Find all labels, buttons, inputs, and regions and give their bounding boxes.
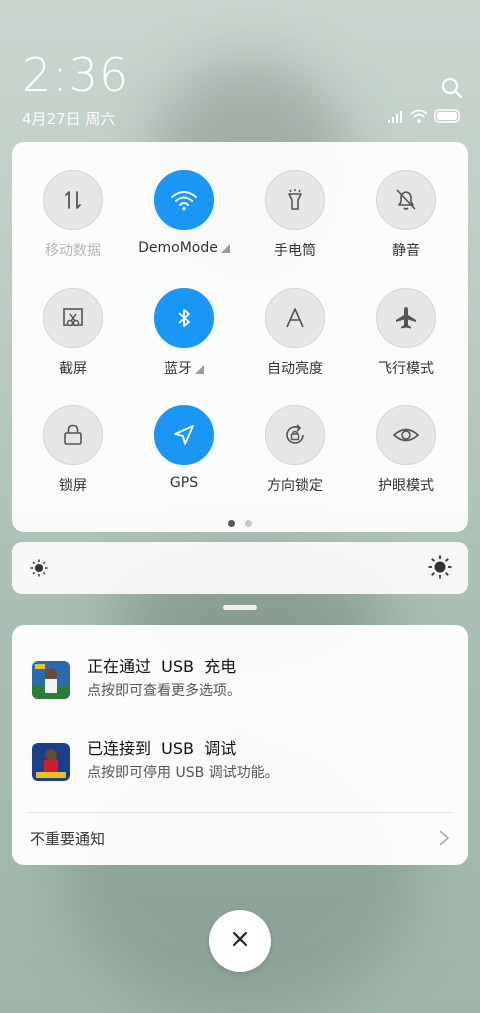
- page-indicator: [12, 520, 468, 527]
- location-icon[interactable]: [154, 405, 214, 465]
- app-icon: [32, 743, 70, 781]
- mobile-data-icon[interactable]: [43, 170, 103, 230]
- notification-title: 已连接到 USB 调试: [87, 739, 237, 758]
- tile-gps[interactable]: GPS: [128, 405, 240, 491]
- date-label: 4月27日 周六: [22, 110, 116, 128]
- tile-label: 飞行模式: [378, 361, 434, 377]
- quick-settings-panel: 移动数据 DemoMode 手电筒 静音 截屏 蓝牙 自动亮度 飞行模式 锁屏 …: [12, 142, 468, 532]
- app-icon: [32, 661, 70, 699]
- lock-icon[interactable]: [43, 405, 103, 465]
- brightness-slider[interactable]: [12, 542, 468, 594]
- tile-auto-brightness[interactable]: 自动亮度: [239, 288, 351, 378]
- notification-card: 正在通过 USB 充电 点按即可查看更多选项。 已连接到 USB 调试 点按即可…: [12, 625, 468, 865]
- more-triangle-icon[interactable]: [195, 365, 204, 374]
- rotation-lock-icon[interactable]: [265, 405, 325, 465]
- page-dot-active[interactable]: [228, 520, 235, 527]
- page-dot[interactable]: [245, 520, 252, 527]
- notification-title: 正在通过 USB 充电: [87, 657, 237, 676]
- tile-label: 静音: [392, 243, 420, 259]
- tile-mobile-data[interactable]: 移动数据: [17, 170, 129, 260]
- chevron-right-icon[interactable]: [438, 829, 450, 851]
- tile-label: 护眼模式: [378, 478, 434, 494]
- search-icon[interactable]: [440, 76, 464, 100]
- notification-body: 点按即可停用 USB 调试功能。: [87, 765, 279, 781]
- tile-label: 手电筒: [274, 243, 316, 259]
- tile-label: DemoMode: [128, 240, 240, 256]
- clear-all-button[interactable]: [209, 910, 271, 972]
- tile-mute[interactable]: 静音: [350, 170, 462, 260]
- notification-body: 点按即可查看更多选项。: [87, 683, 241, 699]
- tile-label: 蓝牙: [128, 358, 240, 378]
- tile-bluetooth[interactable]: 蓝牙: [128, 288, 240, 378]
- brightness-low-icon: [30, 559, 48, 581]
- tile-rotation-lock[interactable]: 方向锁定: [239, 405, 351, 495]
- eye-icon[interactable]: [376, 405, 436, 465]
- tile-label: 截屏: [59, 361, 87, 377]
- brightness-high-icon: [428, 555, 452, 583]
- tile-label: 锁屏: [59, 478, 87, 494]
- divider: [28, 812, 452, 813]
- tile-wifi[interactable]: DemoMode: [128, 170, 240, 256]
- tile-label: 方向锁定: [267, 478, 323, 494]
- tile-airplane[interactable]: 飞行模式: [350, 288, 462, 378]
- clock: 2:36: [22, 48, 130, 102]
- flashlight-icon[interactable]: [265, 170, 325, 230]
- notification-usb-charging[interactable]: 正在通过 USB 充电 点按即可查看更多选项。: [12, 653, 468, 713]
- battery-icon: [434, 108, 462, 127]
- tile-screenshot[interactable]: 截屏: [17, 288, 129, 378]
- drag-handle[interactable]: [223, 605, 257, 610]
- tile-lock-screen[interactable]: 锁屏: [17, 405, 129, 495]
- mute-bell-icon[interactable]: [376, 170, 436, 230]
- close-icon: [231, 930, 249, 952]
- system-status-icons: [388, 108, 462, 127]
- airplane-icon[interactable]: [376, 288, 436, 348]
- wifi-icon[interactable]: [154, 170, 214, 230]
- unimportant-notifications-label[interactable]: 不重要通知: [30, 828, 105, 849]
- tile-flashlight[interactable]: 手电筒: [239, 170, 351, 260]
- signal-icon: [388, 108, 404, 127]
- bluetooth-icon[interactable]: [154, 288, 214, 348]
- tile-eye-care[interactable]: 护眼模式: [350, 405, 462, 495]
- wifi-status-icon: [410, 108, 428, 127]
- notification-usb-debugging[interactable]: 已连接到 USB 调试 点按即可停用 USB 调试功能。: [12, 735, 468, 795]
- tile-label: GPS: [169, 475, 199, 491]
- tile-label: 自动亮度: [267, 361, 323, 377]
- tile-label: 移动数据: [45, 243, 101, 259]
- more-triangle-icon[interactable]: [220, 244, 230, 253]
- auto-brightness-icon[interactable]: [265, 288, 325, 348]
- screenshot-icon[interactable]: [43, 288, 103, 348]
